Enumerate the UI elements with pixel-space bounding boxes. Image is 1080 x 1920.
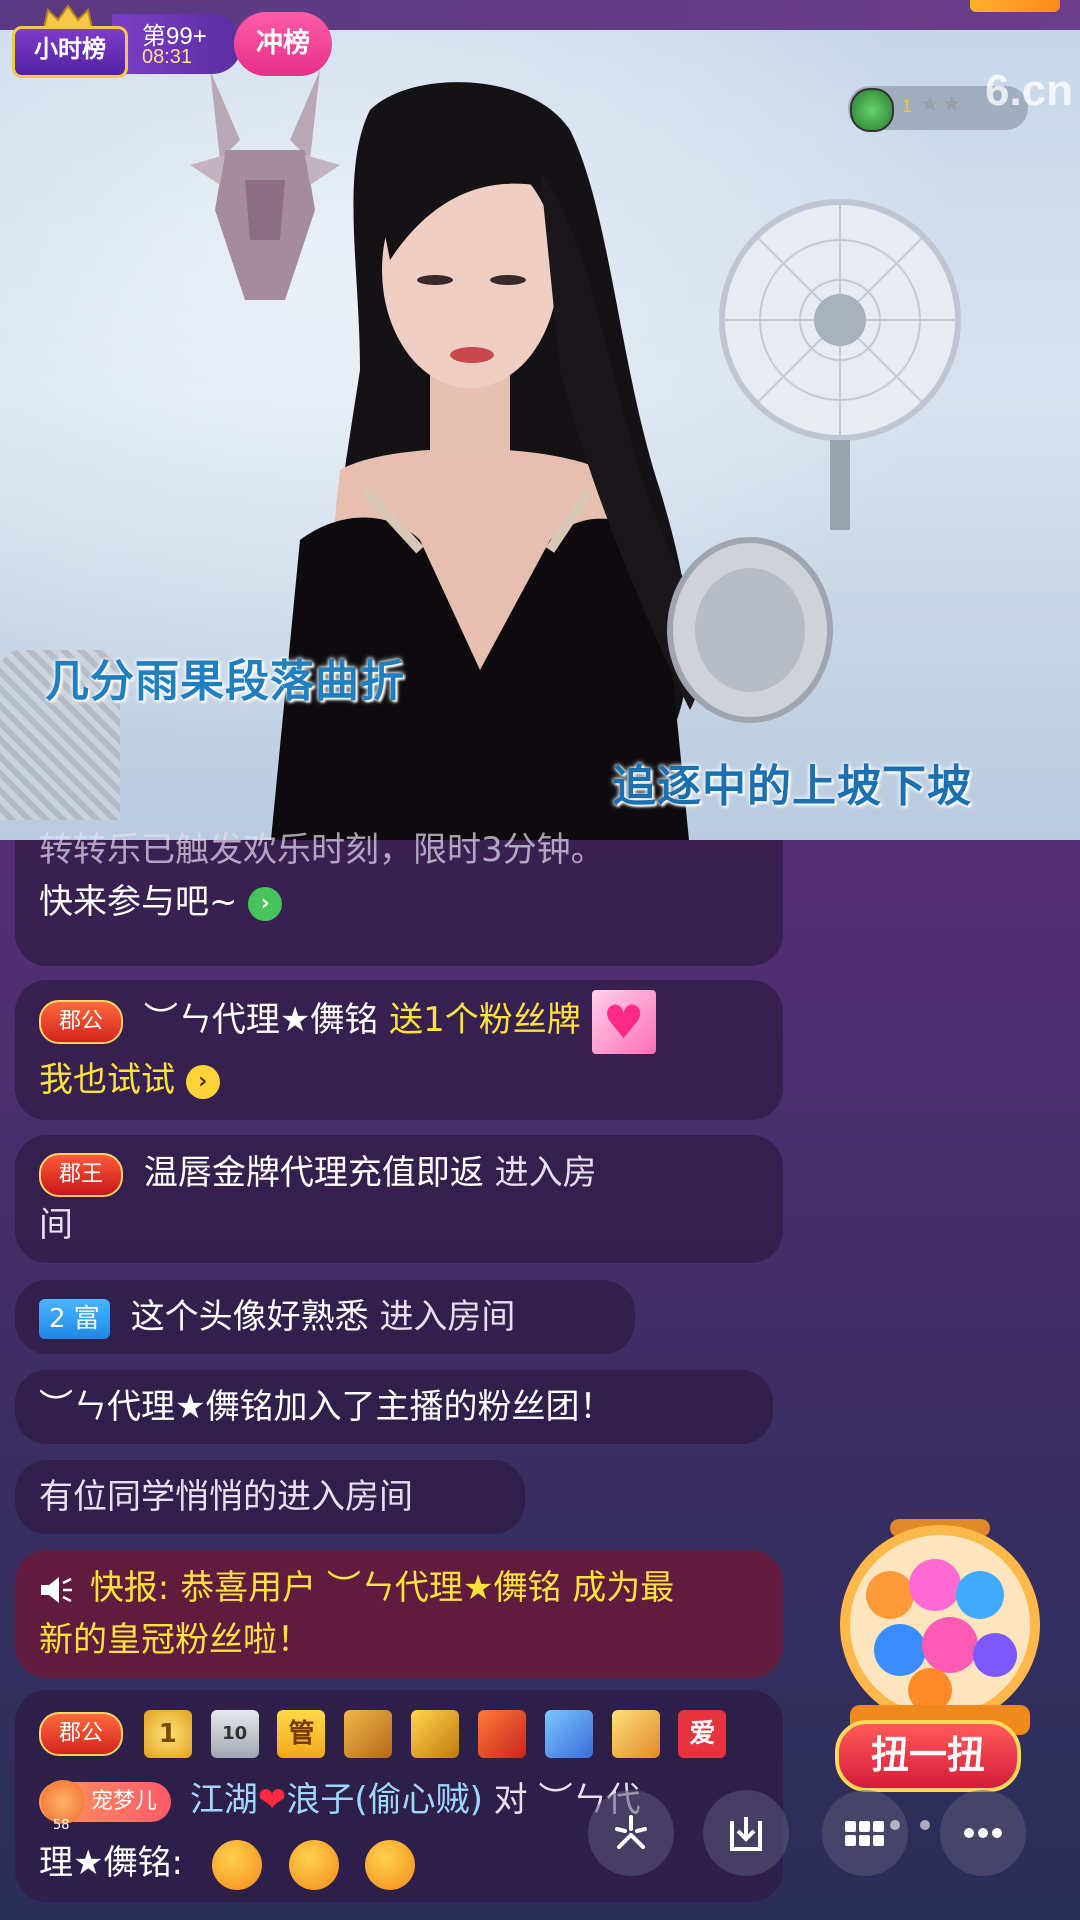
share-button[interactable] [588,1790,674,1876]
wealth-level-badge: 2 富 [39,1298,110,1339]
heart-icon: ❤ [257,1780,287,1820]
chat-message: 2 富 这个头像好熟悉 进入房间 [15,1280,635,1354]
pray-emoji-icon [211,1839,262,1890]
hourly-rank-badge: 小时榜 [12,26,128,78]
chat-message: 郡公 ︶ㄣ代理★儛铭 送1个粉丝牌 ♥ 我也试试 › [15,980,783,1120]
lyric-line-1: 几分雨果段落曲折 [45,656,405,707]
fan-club-badge: 58 宠梦儿 [39,1779,172,1833]
star-level-icon: 1 [143,1709,192,1758]
news-text: 恭喜用户 ︶ㄣ代理★儛铭 成为最 [180,1568,675,1608]
chat-to-cont: 理★儛铭: [39,1843,183,1883]
pray-emoji-icon [288,1839,339,1890]
fan-badge-heart-icon: ♥ [591,989,656,1054]
news-prefix: 快报: [89,1568,170,1608]
speaker-icon [41,1576,72,1603]
gift-box-icon [477,1709,526,1758]
guard-shield-icon: 10 [210,1709,259,1758]
boost-rank-button[interactable]: 冲榜 [234,12,332,76]
site-watermark: 6.cn [985,66,1074,115]
chat-list[interactable]: 转转乐已触发欢乐时刻，限时3分钟。 快来参与吧~ › 郡公 ︶ㄣ代理★儛铭 送1… [0,830,800,1920]
share-icon [615,1815,647,1849]
rank-badge-jungong: 郡公 [39,999,124,1044]
chat-message: ︶ㄣ代理★儛铭加入了主播的粉丝团！ [15,1370,773,1444]
chat-text: 转转乐已触发欢乐时刻，限时3分钟。 [39,830,605,870]
love-badge-icon: 爱 [678,1709,727,1758]
rank-badge-jungwang: 郡王 [39,1152,124,1197]
chat-message: 转转乐已触发欢乐时刻，限时3分钟。 快来参与吧~ › [15,830,783,966]
chat-text: ︶ㄣ代理★儛铭加入了主播的粉丝团！ [39,1387,614,1427]
fan-level: 58 [53,1817,70,1833]
download-icon [730,1817,762,1851]
go-arrow-icon[interactable]: › [248,886,283,921]
chat-message: 郡公 1 10 管 爱 58 宠梦儿 江湖❤浪子(偷心贼) 对 ︶ㄣ代 理★儛铭… [15,1690,783,1902]
try-it-link[interactable]: 我也试试 [39,1060,175,1100]
chat-text: 有位同学悄悄的进入房间 [39,1477,413,1517]
go-arrow-icon[interactable]: › [185,1064,220,1099]
crown-icon [611,1709,660,1758]
chat-username[interactable]: ︶ㄣ代理★儛铭 [144,1000,378,1040]
streamer [270,82,833,840]
treasure-icon [411,1709,460,1758]
level-number: 1 [902,96,913,116]
chat-username[interactable]: 江湖 [190,1780,258,1820]
rank-time: 08:31 [142,46,193,68]
rank-badge-jungong: 郡公 [39,1711,124,1756]
chat-message: 有位同学悄悄的进入房间 [15,1460,525,1534]
chat-message: 郡王 温唇金牌代理充值即返 进入房 间 [15,1135,783,1263]
chat-username-cont[interactable]: 浪子(偷心贼) [286,1780,483,1820]
page-dot [890,1820,900,1830]
emblem-icon [544,1709,593,1758]
twist-button[interactable]: 扭一扭 [835,1720,1021,1792]
news-message: 快报: 恭喜用户 ︶ㄣ代理★儛铭 成为最 新的皇冠粉丝啦！ [15,1550,783,1678]
pray-emoji-icon [365,1839,416,1890]
more-icon [964,1828,1002,1838]
grid-icon [845,1821,884,1846]
level-stars: ★★ [920,92,964,117]
chat-action: 送1个粉丝牌 [389,1000,581,1040]
chat-action: 进入房间 [379,1297,516,1337]
page-dot [920,1820,930,1830]
chat-username[interactable]: 温唇金牌代理充值即返 [144,1153,484,1193]
fan-club-name: 宠梦儿 [91,1788,158,1814]
chat-action: 进入房 [494,1153,597,1193]
more-button[interactable] [940,1790,1026,1876]
top-right-tab[interactable] [970,0,1060,12]
lyric-line-2: 追逐中的上坡下坡 [612,761,972,812]
rank-info: 第99+ 08:31 [112,14,242,74]
admin-badge-icon: 管 [277,1709,326,1758]
chat-text: 快来参与吧~ [39,882,238,922]
level-icon [850,88,894,132]
chat-username[interactable]: 这个头像好熟悉 [131,1297,369,1337]
live-video[interactable]: 几分雨果段落曲折 追逐中的上坡下坡 1 ★★ 6.cn [0,30,1080,840]
sword-icon [344,1709,393,1758]
download-button[interactable] [703,1790,789,1876]
